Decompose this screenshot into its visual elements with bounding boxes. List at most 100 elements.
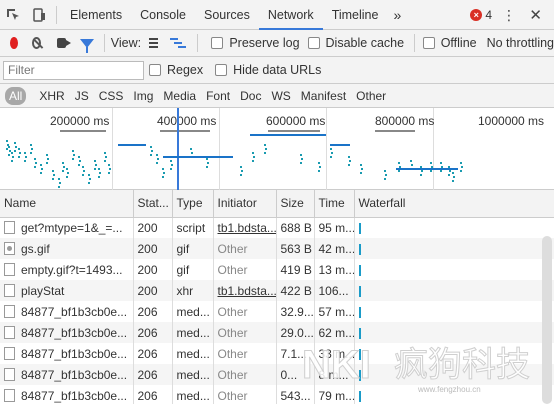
overview-request-mark <box>252 152 254 154</box>
overview-request-mark <box>15 146 17 148</box>
overview-request-mark <box>34 166 36 168</box>
clear-icon[interactable] <box>31 37 42 49</box>
cell-name[interactable]: 84877_bf1b3cb0e... <box>0 301 134 322</box>
cell-name[interactable]: 84877_bf1b3cb0e... <box>0 385 134 404</box>
cell-name[interactable]: 84877_bf1b3cb0e... <box>0 343 134 364</box>
overview-request-mark <box>460 170 462 172</box>
device-toolbar-icon[interactable] <box>26 0 52 30</box>
filter-input[interactable] <box>3 60 144 80</box>
overview-request-mark <box>35 162 37 164</box>
tab-console[interactable]: Console <box>131 0 195 30</box>
overview-request-mark <box>46 162 48 164</box>
cell-name[interactable]: gs.gif <box>0 238 134 259</box>
regex-checkbox[interactable]: Regex <box>149 63 203 77</box>
type-filter-ws[interactable]: WS <box>266 87 295 105</box>
table-row[interactable]: 84877_bf1b3cb0e... 206 med... Other 32.9... 5… <box>0 301 554 322</box>
error-counter[interactable]: × 4 <box>470 8 492 22</box>
type-filter-manifest[interactable]: Manifest <box>296 87 351 105</box>
overview-request-mark <box>94 168 96 170</box>
type-filter-all[interactable]: All <box>5 86 27 105</box>
filter-icon[interactable] <box>80 38 95 53</box>
overview-request-mark <box>104 160 106 162</box>
table-scrollbar[interactable] <box>542 236 552 404</box>
overview-request-mark <box>460 162 462 164</box>
cell-name[interactable]: 84877_bf1b3cb0e... <box>0 364 134 385</box>
overview-request-mark <box>430 170 432 172</box>
document-file-icon <box>4 305 15 318</box>
overview-range-line <box>160 130 210 132</box>
tab-network[interactable]: Network <box>258 0 323 30</box>
column-header-size[interactable]: Size <box>276 190 315 218</box>
overview-waterfall-icon[interactable] <box>170 38 187 48</box>
type-filter-other[interactable]: Other <box>351 87 391 105</box>
network-toolbar: View: Preserve log Disable cache Offline… <box>0 30 554 57</box>
column-header-waterfall[interactable]: Waterfall <box>354 190 554 218</box>
type-filter-doc[interactable]: Doc <box>235 87 266 105</box>
inspect-element-icon[interactable] <box>0 0 26 30</box>
column-header-initiator[interactable]: Initiator <box>213 190 277 218</box>
throttling-select[interactable]: No throttling <box>487 36 554 50</box>
overview-request-mark <box>449 170 451 172</box>
offline-checkbox[interactable]: Offline <box>422 36 477 50</box>
cell-name[interactable]: empty.gif?t=1493... <box>0 259 134 280</box>
overview-request-mark <box>8 154 10 156</box>
cell-initiator[interactable]: tb1.bdsta... <box>213 217 277 238</box>
overview-request-mark <box>163 172 165 174</box>
preserve-log-checkbox[interactable]: Preserve log <box>211 36 300 50</box>
cell-name[interactable]: playStat <box>0 280 134 301</box>
waterfall-bar <box>358 223 361 235</box>
cell-waterfall <box>354 343 554 364</box>
type-filter-css[interactable]: CSS <box>94 87 129 105</box>
overview-request-mark <box>19 152 21 154</box>
table-row[interactable]: 84877_bf1b3cb0e... 206 med... Other 29.0... 6… <box>0 322 554 343</box>
capture-screenshots-icon[interactable] <box>57 38 72 48</box>
tab-timeline[interactable]: Timeline <box>323 0 388 30</box>
cell-initiator[interactable]: tb1.bdsta... <box>213 280 277 301</box>
type-filter-img[interactable]: Img <box>128 87 158 105</box>
table-row[interactable]: gs.gif 200 gif Other 563 B 42 m... <box>0 238 554 259</box>
table-row[interactable]: playStat 200 xhr tb1.bdsta... 422 B 106... <box>0 280 554 301</box>
type-filter-js[interactable]: JS <box>70 87 94 105</box>
overview-request-bar <box>250 134 326 136</box>
column-header-time[interactable]: Time <box>314 190 355 218</box>
column-header-name[interactable]: Name <box>0 190 134 218</box>
overview-request-mark <box>82 174 84 176</box>
type-filter-font[interactable]: Font <box>201 87 235 105</box>
overview-request-mark <box>440 162 442 164</box>
overview-request-mark <box>99 172 101 174</box>
overview-request-mark <box>190 148 192 150</box>
disable-cache-checkbox[interactable]: Disable cache <box>307 36 404 50</box>
cell-name[interactable]: get?mtype=1&_=... <box>0 217 134 238</box>
cell-waterfall <box>354 364 554 385</box>
cell-waterfall <box>354 259 554 280</box>
cell-time: 42 m... <box>314 238 355 259</box>
column-header-type[interactable]: Type <box>172 190 214 218</box>
overview-request-mark <box>398 170 400 172</box>
table-row[interactable]: empty.gif?t=1493... 200 gif Other 419 B 13 m.… <box>0 259 554 280</box>
cell-name[interactable]: 84877_bf1b3cb0e... <box>0 322 134 343</box>
request-name: 84877_bf1b3cb0e... <box>21 367 128 382</box>
table-row[interactable]: 84877_bf1b3cb0e... 206 med... Other 543... 79… <box>0 385 554 404</box>
customize-menu-icon[interactable]: ⋮ <box>502 7 516 24</box>
type-filter-media[interactable]: Media <box>158 87 201 105</box>
more-tabs-button[interactable]: » <box>387 7 407 23</box>
overview-request-mark <box>109 168 111 170</box>
type-filter-xhr[interactable]: XHR <box>34 87 69 105</box>
column-header-status[interactable]: Stat... <box>133 190 173 218</box>
tab-elements[interactable]: Elements <box>61 0 131 30</box>
record-icon[interactable] <box>10 37 18 49</box>
close-icon[interactable]: ✕ <box>529 6 542 24</box>
tab-sources[interactable]: Sources <box>195 0 259 30</box>
document-file-icon <box>4 221 15 235</box>
table-row[interactable]: get?mtype=1&_=... 200 script tb1.bdsta... 68… <box>0 217 554 238</box>
overview-gridline <box>219 108 220 190</box>
hide-data-urls-checkbox[interactable]: Hide data URLs <box>215 63 321 77</box>
overview-request-mark <box>300 154 302 156</box>
large-rows-icon[interactable] <box>149 38 159 48</box>
overview-request-mark <box>24 152 26 154</box>
table-row[interactable]: 84877_bf1b3cb0e... 206 med... Other 0... 8 m.… <box>0 364 554 385</box>
overview-cursor[interactable] <box>177 108 179 190</box>
timeline-overview[interactable]: 200000 ms 400000 ms 600000 ms 800000 ms … <box>0 108 554 190</box>
table-row[interactable]: 84877_bf1b3cb0e... 206 med... Other 7.1... 33… <box>0 343 554 364</box>
overview-request-mark <box>348 156 350 158</box>
